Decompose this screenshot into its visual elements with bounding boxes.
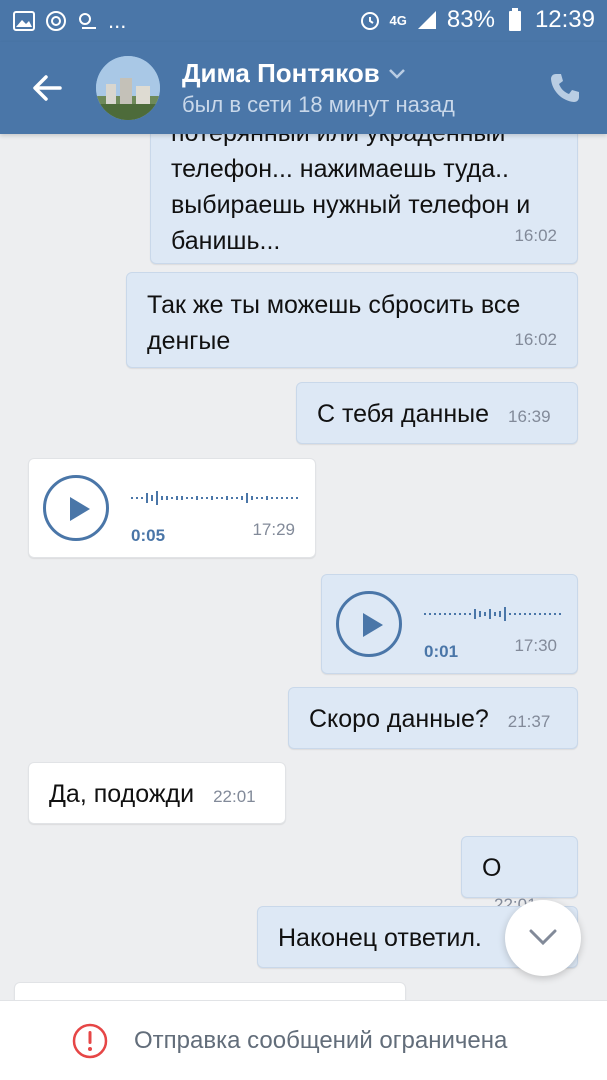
voice-duration: 0:05	[131, 526, 166, 545]
play-icon	[363, 613, 383, 637]
play-button[interactable]	[43, 475, 109, 541]
contact-name[interactable]: Дима Понтяков	[182, 58, 406, 89]
gallery-icon	[12, 9, 36, 33]
battery-icon	[503, 8, 527, 32]
message-text: Да, подожди	[49, 780, 195, 808]
waveform[interactable]	[424, 605, 566, 623]
more-notifications: ...	[108, 8, 127, 33]
phone-icon[interactable]	[547, 70, 583, 106]
waveform[interactable]	[131, 489, 303, 507]
message-outgoing[interactable]: Так же ты можешь сбросить все денгые 16:…	[126, 272, 578, 368]
avatar[interactable]	[96, 56, 160, 120]
signal-icon	[415, 8, 439, 32]
message-time: 17:29	[252, 520, 295, 539]
message-text: О	[482, 854, 502, 882]
scroll-to-bottom-button[interactable]	[505, 900, 581, 976]
message-text: Наконец ответил.	[278, 924, 482, 952]
network-type: 4G	[389, 12, 407, 28]
voice-message-outgoing[interactable]: 0:01 17:30	[321, 574, 578, 674]
chevron-down-icon	[529, 929, 557, 946]
message-outgoing[interactable]: потерянный или украденный телефон... наж…	[150, 134, 578, 264]
last-seen-status: был в сети 18 минут назад	[182, 92, 455, 117]
chevron-down-icon	[388, 68, 405, 79]
battery-percent: 83%	[446, 6, 495, 33]
alarm-icon	[358, 8, 382, 32]
status-bar: ... 4G 83% 12:39	[0, 0, 607, 42]
voice-message-incoming[interactable]: 0:05 17:29	[28, 458, 316, 558]
clock: 12:39	[534, 6, 595, 33]
message-incoming[interactable]	[14, 982, 406, 1000]
chat-header: Дима Понтяков был в сети 18 минут назад	[0, 42, 607, 134]
warning-icon	[72, 1023, 108, 1059]
message-text: С тебя данные	[317, 400, 490, 428]
message-outgoing[interactable]: Скоро данные? 21:37	[288, 687, 578, 749]
message-list[interactable]: потерянный или украденный телефон... наж…	[0, 134, 607, 1000]
weather-icon	[76, 9, 100, 33]
restriction-text: Отправка сообщений ограничена	[134, 1027, 508, 1054]
message-time: 22:01	[213, 787, 256, 806]
message-outgoing[interactable]: О 22:01	[461, 836, 578, 914]
message-time: 16:02	[514, 226, 557, 245]
message-incoming[interactable]: Да, подожди 22:01	[28, 762, 286, 824]
contact-name-text: Дима Понтяков	[182, 58, 380, 88]
message-time: 21:37	[507, 712, 551, 731]
message-time: 16:02	[514, 330, 557, 349]
at-icon	[44, 9, 68, 33]
message-restriction-bar: Отправка сообщений ограничена	[0, 1000, 607, 1080]
play-button[interactable]	[336, 591, 402, 657]
message-outgoing[interactable]: С тебя данные 16:39	[296, 382, 578, 444]
play-icon	[70, 497, 90, 521]
back-arrow-icon[interactable]	[28, 68, 68, 108]
voice-duration: 0:01	[424, 642, 459, 661]
message-text: Скоро данные?	[309, 705, 489, 733]
message-time: 16:39	[507, 407, 551, 426]
message-time: 17:30	[514, 636, 557, 655]
